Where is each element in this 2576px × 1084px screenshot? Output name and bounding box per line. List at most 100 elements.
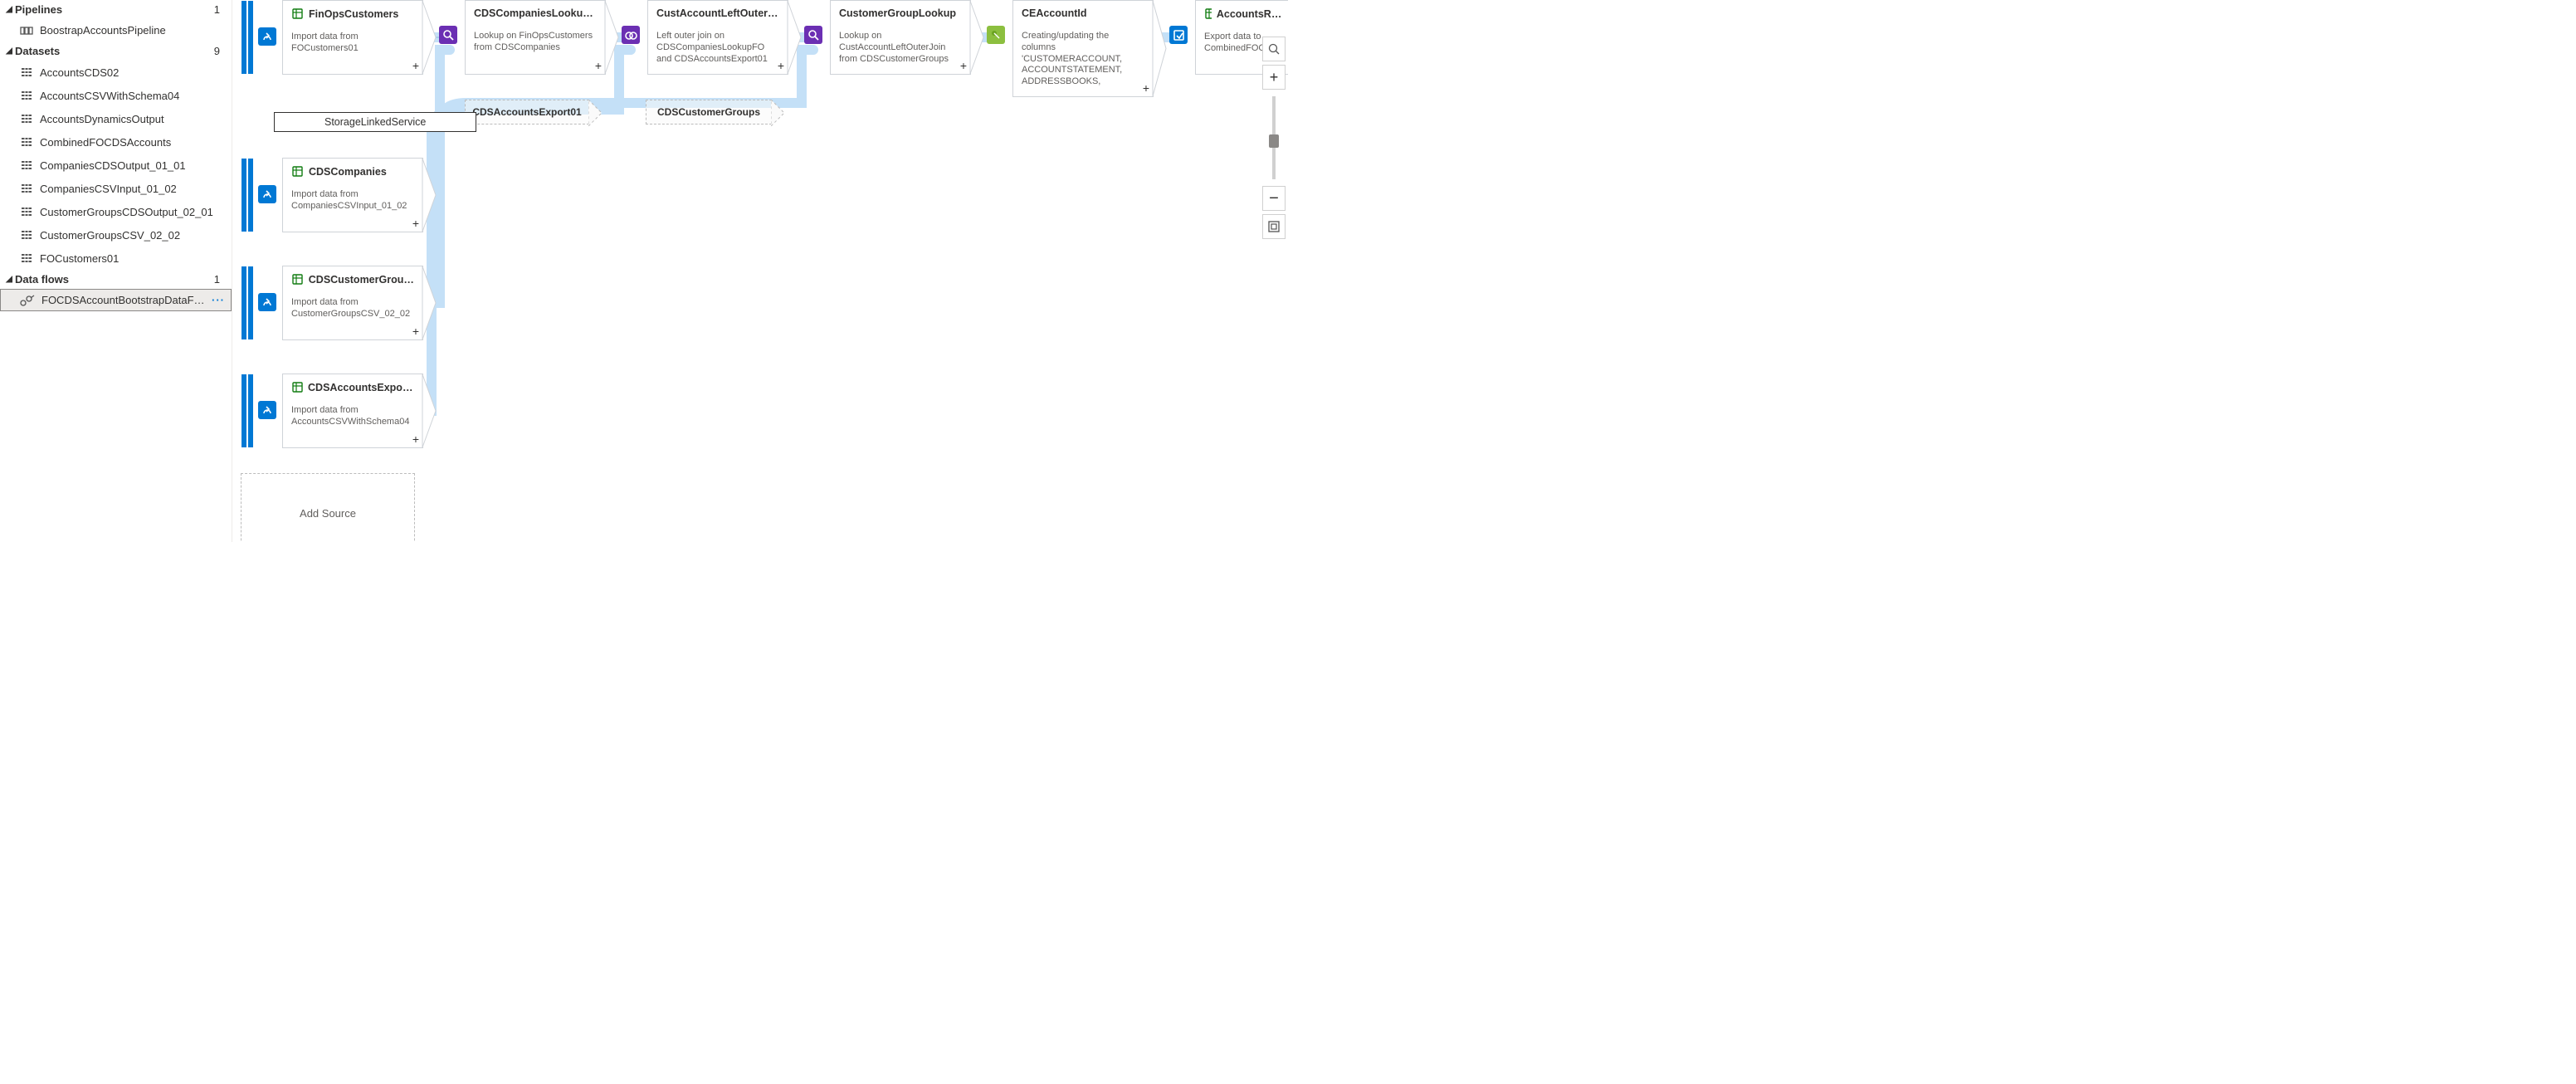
tree-item-label: AccountsDynamicsOutput <box>40 113 164 125</box>
add-source-placeholder[interactable]: Add Source <box>241 473 415 542</box>
ghost-input[interactable]: CDSCustomerGroups <box>646 100 772 125</box>
source-node[interactable]: CDSCustomerGroups Import data from Custo… <box>282 266 423 340</box>
transform-node[interactable]: CustAccountLeftOuterJ… Left outer join o… <box>647 0 788 75</box>
node-description: Import data from CustomerGroupsCSV_02_02 <box>291 297 414 320</box>
node-description: Creating/updating the columns 'CUSTOMERA… <box>1022 31 1144 88</box>
source-type-icon <box>258 27 276 46</box>
zoom-out-button[interactable]: − <box>1262 186 1286 211</box>
section-pipelines[interactable]: ◢ Pipelines 1 <box>0 0 232 19</box>
node-description: Import data from FOCustomers01 <box>291 32 414 55</box>
dataset-icon <box>20 135 33 149</box>
dataset-icon <box>20 159 33 172</box>
add-transform-button[interactable]: + <box>778 59 784 72</box>
section-dataflows[interactable]: ◢ Data flows 1 <box>0 270 232 289</box>
source-node[interactable]: CDSAccountsExport01 Import data from Acc… <box>282 374 423 448</box>
pipeline-item[interactable]: BoostrapAccountsPipeline <box>0 19 232 42</box>
search-icon <box>1268 43 1280 55</box>
dataset-item[interactable]: AccountsCDS02 <box>0 61 232 84</box>
section-label: Pipelines <box>15 3 62 16</box>
dataset-icon <box>20 228 33 242</box>
tree-item-label: FOCDSAccountBootstrapDataF… <box>41 294 205 306</box>
dataset-item[interactable]: CompaniesCSVInput_01_02 <box>0 177 232 200</box>
more-actions-icon[interactable]: ··· <box>212 294 225 306</box>
node-title: CDSAccountsExport01 <box>308 382 414 393</box>
dataset-icon <box>291 7 304 20</box>
source-rail <box>248 159 253 232</box>
source-rail <box>242 266 246 339</box>
tree-item-label: BoostrapAccountsPipeline <box>40 24 166 37</box>
add-transform-button[interactable]: + <box>412 217 419 230</box>
dataset-item[interactable]: AccountsDynamicsOutput <box>0 107 232 130</box>
tree-item-label: CustomerGroupsCDSOutput_02_01 <box>40 206 213 218</box>
transform-node[interactable]: CEAccountId Creating/updating the column… <box>1012 0 1154 97</box>
source-node[interactable]: FinOpsCustomers Import data from FOCusto… <box>282 0 423 75</box>
dataset-item[interactable]: CustomerGroupsCSV_02_02 <box>0 223 232 247</box>
zoom-controls: + − <box>1262 37 1286 239</box>
add-transform-button[interactable]: + <box>412 59 419 72</box>
tree-item-label: CompaniesCDSOutput_01_01 <box>40 159 186 172</box>
ghost-input[interactable]: CDSAccountsExport01 <box>465 100 589 125</box>
dataset-icon <box>20 251 33 265</box>
dataset-icon <box>20 112 33 125</box>
section-datasets[interactable]: ◢ Datasets 9 <box>0 42 232 61</box>
tree-item-label: AccountsCDS02 <box>40 66 119 79</box>
dataset-item[interactable]: CompaniesCDSOutput_01_01 <box>0 154 232 177</box>
dataset-icon <box>291 273 304 286</box>
dataset-item[interactable]: AccountsCSVWithSchema04 <box>0 84 232 107</box>
dataflow-item[interactable]: FOCDSAccountBootstrapDataF… ··· <box>0 289 232 311</box>
source-rail <box>248 374 253 447</box>
node-title: AccountsReadyForCDS <box>1217 8 1286 20</box>
add-transform-button[interactable]: + <box>412 325 419 338</box>
dataset-icon <box>20 205 33 218</box>
section-label: Datasets <box>15 45 60 57</box>
dataset-icon <box>1204 7 1212 20</box>
caret-down-icon: ◢ <box>3 5 15 14</box>
join-icon <box>622 26 640 44</box>
tooltip-linked-service: StorageLinkedService <box>274 112 476 132</box>
zoom-in-button[interactable]: + <box>1262 65 1286 90</box>
section-count: 1 <box>214 3 225 16</box>
node-description: Import data from AccountsCSVWithSchema04 <box>291 405 414 428</box>
dataset-icon <box>20 89 33 102</box>
source-node[interactable]: CDSCompanies Import data from CompaniesC… <box>282 158 423 232</box>
zoom-slider-thumb[interactable] <box>1269 134 1279 148</box>
add-transform-button[interactable]: + <box>960 59 967 72</box>
ghost-label: CDSCustomerGroups <box>657 106 760 118</box>
source-rail <box>242 374 246 447</box>
tree-item-label: CombinedFOCDSAccounts <box>40 136 171 149</box>
node-description: Lookup on CustAccountLeftOuterJoin from … <box>839 31 962 65</box>
ghost-label: CDSAccountsExport01 <box>472 106 581 118</box>
source-type-icon <box>258 185 276 203</box>
pipeline-icon <box>20 25 33 37</box>
zoom-slider[interactable] <box>1272 96 1276 179</box>
search-button[interactable] <box>1262 37 1286 61</box>
caret-down-icon: ◢ <box>3 275 15 284</box>
add-transform-button[interactable]: + <box>595 59 602 72</box>
dataset-item[interactable]: CombinedFOCDSAccounts <box>0 130 232 154</box>
dataset-icon <box>291 381 303 393</box>
source-rail <box>242 159 246 232</box>
fit-screen-icon <box>1268 221 1280 232</box>
node-title: CustomerGroupLookup <box>839 7 956 19</box>
node-title: CEAccountId <box>1022 7 1086 19</box>
node-title: CustAccountLeftOuterJ… <box>656 7 779 19</box>
transform-node[interactable]: CDSCompaniesLookupFO Lookup on FinOpsCus… <box>465 0 606 75</box>
tree-item-label: CustomerGroupsCSV_02_02 <box>40 229 180 242</box>
node-description: Lookup on FinOpsCustomers from CDSCompan… <box>474 31 597 54</box>
derive-icon <box>987 26 1005 44</box>
dataset-item[interactable]: CustomerGroupsCDSOutput_02_01 <box>0 200 232 223</box>
section-count: 9 <box>214 45 225 57</box>
dataset-item[interactable]: FOCustomers01 <box>0 247 232 270</box>
node-title: CDSCustomerGroups <box>309 274 414 286</box>
dataflow-icon <box>20 295 35 306</box>
source-rail <box>248 266 253 339</box>
tree-item-label: AccountsCSVWithSchema04 <box>40 90 179 102</box>
transform-node[interactable]: CustomerGroupLookup Lookup on CustAccoun… <box>830 0 971 75</box>
node-description: Import data from CompaniesCSVInput_01_02 <box>291 189 414 212</box>
add-transform-button[interactable]: + <box>412 432 419 446</box>
zoom-fit-button[interactable] <box>1262 214 1286 239</box>
add-transform-button[interactable]: + <box>1143 81 1149 95</box>
node-title: FinOpsCustomers <box>309 8 398 20</box>
source-type-icon <box>258 293 276 311</box>
dataflow-canvas[interactable]: StorageLinkedService CDSAccountsExport01… <box>232 0 1288 542</box>
